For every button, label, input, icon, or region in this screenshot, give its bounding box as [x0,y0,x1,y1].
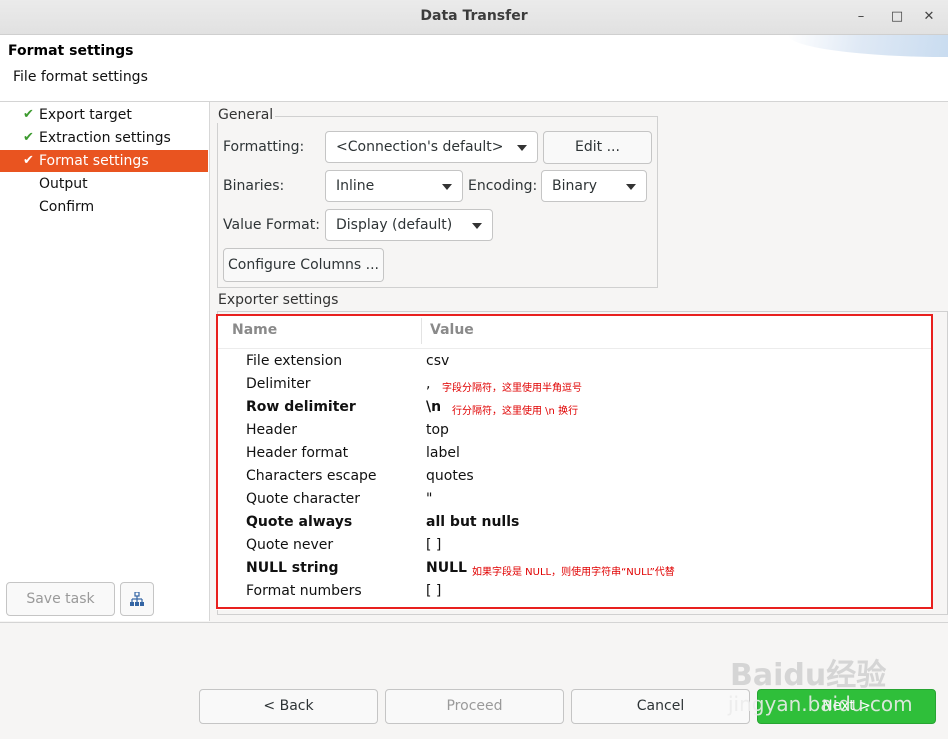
header-decoration [788,35,948,57]
page-subtitle: File format settings [13,69,148,85]
property-value[interactable]: , [426,376,430,392]
encoding-label: Encoding: [468,178,538,194]
property-name: Header format [246,445,349,461]
configure-columns-button[interactable]: Configure Columns ... [223,248,384,282]
property-name: NULL string [246,560,339,576]
minimize-icon[interactable]: – [852,8,870,26]
close-icon[interactable]: ✕ [920,8,938,26]
annotation-note: 如果字段是 NULL，则使用字符串“NULL”代替 [472,567,675,578]
property-name: Characters escape [246,468,377,484]
formatting-value: <Connection's default> [336,139,504,155]
property-name: Quote character [246,491,361,507]
property-value[interactable]: [ ] [426,537,441,553]
maximize-icon[interactable]: □ [888,8,906,26]
property-value[interactable]: NULL [426,560,467,576]
annotation-note: 字段分隔符，这里使用半角逗号 [442,383,582,394]
table-row[interactable]: Quote never [ ] [216,536,932,559]
table-row[interactable]: Quote character " [216,490,932,513]
table-row[interactable]: Quote always all but nulls [216,513,932,536]
value-format-label: Value Format: [223,217,320,233]
property-value[interactable]: csv [426,353,449,369]
table-row[interactable]: NULL string NULL 如果字段是 NULL，则使用字符串“NULL”… [216,559,932,582]
cancel-button[interactable]: Cancel [571,689,750,724]
chevron-down-icon [442,184,452,190]
tree-icon [130,592,144,606]
property-name: Quote always [246,514,353,530]
nav-item-label: Format settings [39,153,149,169]
table-row[interactable]: File extension csv [216,352,932,375]
window-title: Data Transfer [420,8,528,24]
header-separator [216,348,932,349]
property-name: File extension [246,353,343,369]
edit-button[interactable]: Edit ... [543,131,652,164]
value-format-select[interactable]: Display (default) [325,209,493,241]
binaries-label: Binaries: [223,178,285,194]
value-format-value: Display (default) [336,217,453,233]
watermark-url: jingyan.baidu.com [728,692,913,716]
formatting-select[interactable]: <Connection's default> [325,131,538,163]
page-header: Format settings File format settings [0,35,948,102]
table-row[interactable]: Delimiter , 字段分隔符，这里使用半角逗号 [216,375,932,398]
binaries-select[interactable]: Inline [325,170,463,202]
property-name: Format numbers [246,583,362,599]
nav-item-format-settings[interactable]: ✔ Format settings [0,150,208,172]
property-name: Row delimiter [246,399,356,415]
nav-item-extraction-settings[interactable]: ✔ Extraction settings [0,127,208,149]
table-row[interactable]: Row delimiter \n 行分隔符，这里使用 \n 换行 [216,398,932,421]
check-icon: ✔ [23,153,34,168]
check-icon: ✔ [23,130,34,145]
exporter-properties-table[interactable]: Name Value File extension csv Delimiter … [216,314,932,610]
wizard-nav: ✔ Export target ✔ Extraction settings ✔ … [0,102,210,621]
annotation-note: 行分隔符，这里使用 \n 换行 [452,406,579,417]
page-title: Format settings [8,43,134,59]
formatting-label: Formatting: [223,139,305,155]
column-header-name[interactable]: Name [232,322,277,338]
general-group-label: General [216,107,276,123]
title-bar: Data Transfer – □ ✕ [0,0,948,35]
check-icon: ✔ [23,107,34,122]
property-value[interactable]: label [426,445,460,461]
nav-item-label: Output [39,176,88,192]
property-value[interactable]: quotes [426,468,474,484]
property-value[interactable]: \n [426,399,441,415]
settings-panel: General Formatting: <Connection's defaul… [210,102,948,621]
back-button[interactable]: < Back [199,689,378,724]
property-value[interactable]: " [426,491,432,507]
binaries-value: Inline [336,178,375,194]
nav-item-output[interactable]: Output [0,173,208,195]
property-value[interactable]: [ ] [426,583,441,599]
save-task-button[interactable]: Save task [6,582,115,616]
nav-item-export-target[interactable]: ✔ Export target [0,104,208,126]
nav-item-confirm[interactable]: Confirm [0,196,208,218]
property-name: Quote never [246,537,334,553]
property-value[interactable]: all but nulls [426,514,519,530]
exporter-settings-label: Exporter settings [216,292,341,308]
table-row[interactable]: Header top [216,421,932,444]
property-value[interactable]: top [426,422,449,438]
task-config-button[interactable] [120,582,154,616]
encoding-value: Binary [552,178,597,194]
column-divider [421,318,422,344]
encoding-select[interactable]: Binary [541,170,647,202]
table-row[interactable]: Header format label [216,444,932,467]
table-row[interactable]: Characters escape quotes [216,467,932,490]
property-name: Delimiter [246,376,311,392]
proceed-button[interactable]: Proceed [385,689,564,724]
property-name: Header [246,422,297,438]
nav-item-label: Confirm [39,199,95,215]
table-row[interactable]: Format numbers [ ] [216,582,932,605]
nav-item-label: Export target [39,107,132,123]
chevron-down-icon [626,184,636,190]
nav-item-label: Extraction settings [39,130,171,146]
watermark-logo: Baidu经验 [730,658,887,693]
column-header-value[interactable]: Value [430,322,474,338]
chevron-down-icon [472,223,482,229]
chevron-down-icon [517,145,527,151]
